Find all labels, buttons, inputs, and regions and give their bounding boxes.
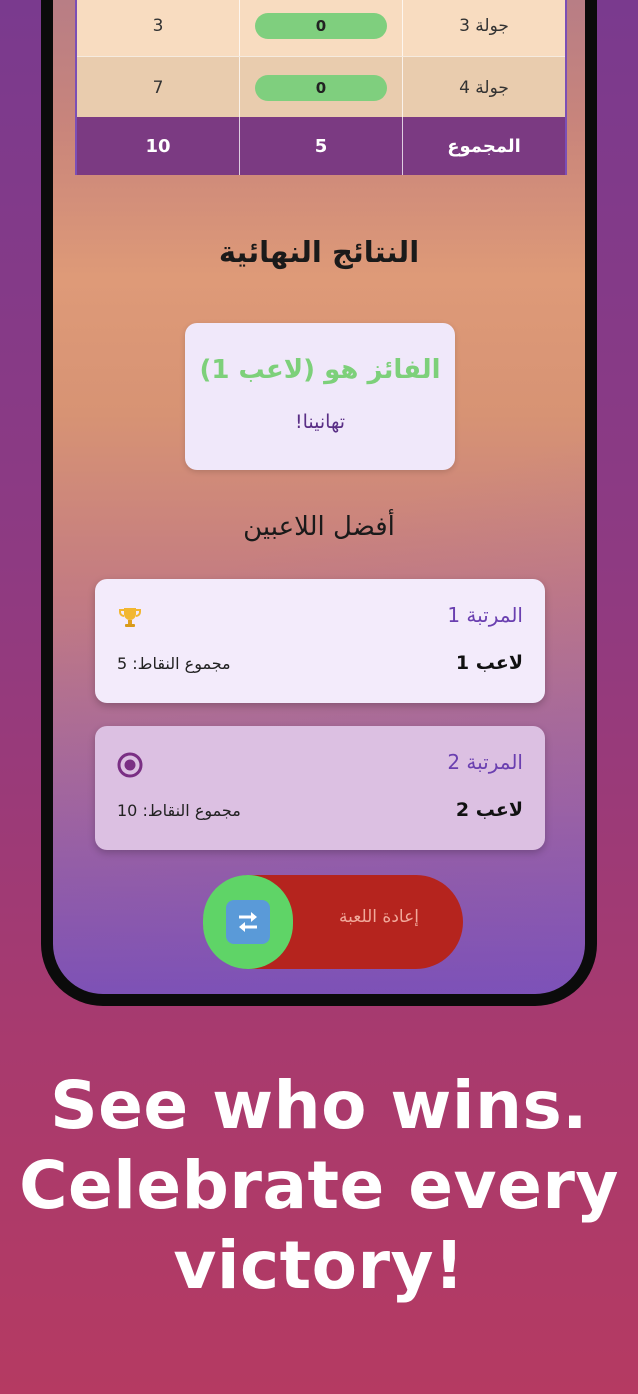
total-score: 5: [239, 117, 403, 175]
scores-table: 3 0 جولة 3 7 0 جولة 4 10 5 المجموع: [75, 0, 567, 175]
score-pill: 0: [255, 74, 387, 101]
rank-card-1[interactable]: المرتبة 1 لاعب 1 مجموع النقاط: 5: [95, 579, 545, 703]
total-label: المجموع: [447, 135, 521, 157]
player-name: لاعب 1: [455, 652, 523, 674]
rank-label: المرتبة 1: [447, 603, 523, 627]
trophy-icon: [115, 603, 145, 633]
replay-button[interactable]: إعادة اللعبة: [203, 875, 463, 969]
score-pill: 0: [255, 12, 387, 39]
total-points: 10: [145, 135, 171, 157]
table-row: 7 0 جولة 4: [77, 56, 565, 118]
table-cell-score: 0: [239, 0, 403, 56]
winner-text: الفائز هو (لاعب 1): [199, 355, 441, 385]
replay-knob[interactable]: [203, 875, 293, 969]
table-cell-round: جولة 3: [459, 15, 509, 36]
table-cell-points: 7: [152, 77, 164, 98]
table-cell-score: 0: [239, 57, 403, 118]
top-players-title: أفضل اللاعبين: [243, 512, 395, 542]
final-results-title: النتائج النهائية: [218, 235, 420, 269]
player-points: مجموع النقاط: 10: [117, 801, 241, 820]
swap-arrows-icon: [226, 900, 270, 944]
table-total-row: 10 5 المجموع: [77, 117, 565, 175]
app-screen: 3 0 جولة 3 7 0 جولة 4 10 5 المجموع النتا…: [53, 0, 585, 994]
radio-target-icon: [115, 750, 145, 780]
winner-card: الفائز هو (لاعب 1) تهانينا!: [185, 323, 455, 470]
congrats-text: تهانينا!: [295, 411, 345, 433]
table-cell-round: جولة 4: [459, 77, 509, 98]
table-row: 3 0 جولة 3: [77, 0, 565, 56]
tagline-line-2: Celebrate every: [19, 1147, 619, 1224]
rank-card-2[interactable]: المرتبة 2 لاعب 2 مجموع النقاط: 10: [95, 726, 545, 850]
replay-label: إعادة اللعبة: [339, 907, 419, 927]
phone-frame: 3 0 جولة 3 7 0 جولة 4 10 5 المجموع النتا…: [41, 0, 597, 1006]
rank-label: المرتبة 2: [447, 750, 523, 774]
tagline: See who wins. Celebrate every victory!: [0, 1066, 638, 1306]
tagline-line-1: See who wins.: [50, 1067, 588, 1144]
player-points: مجموع النقاط: 5: [117, 654, 231, 673]
tagline-line-3: victory!: [173, 1227, 465, 1304]
table-cell-points: 3: [152, 15, 164, 36]
player-name: لاعب 2: [455, 799, 523, 821]
